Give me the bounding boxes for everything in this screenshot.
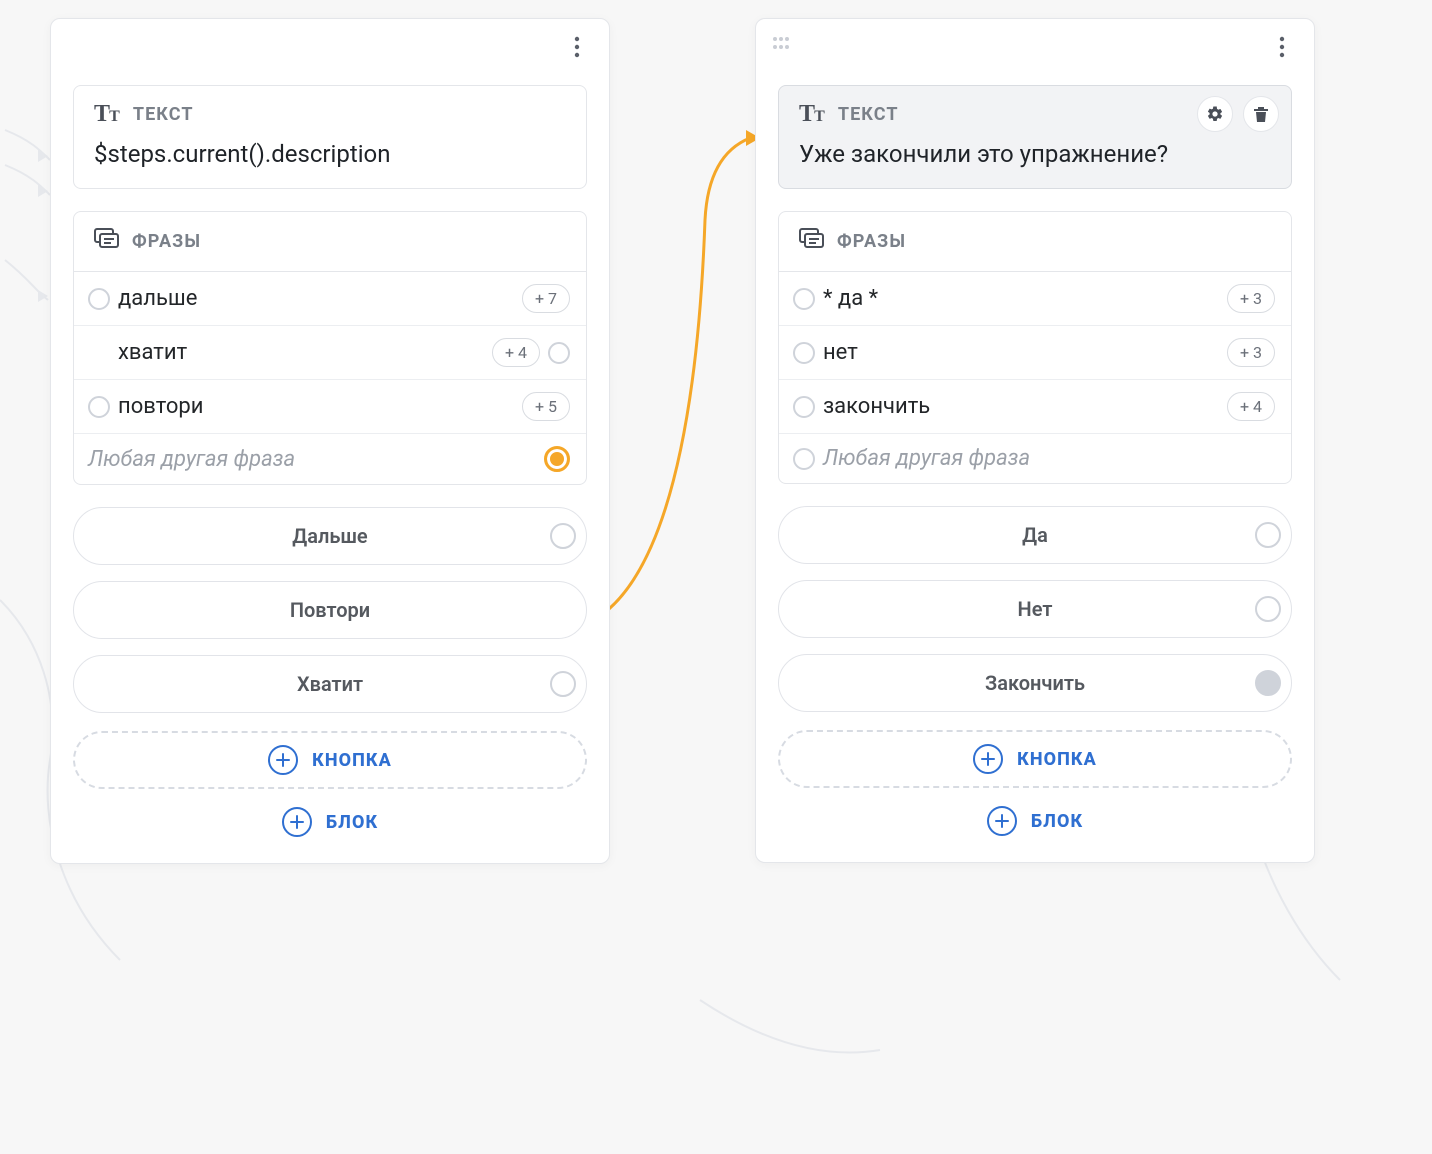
response-button-label: Хватит (297, 672, 363, 696)
phrase-row[interactable]: * да * + 3 (779, 272, 1291, 326)
phrase-count-badge[interactable]: + 5 (522, 392, 570, 421)
output-port[interactable] (1255, 670, 1281, 696)
response-button-label: Нет (1018, 597, 1053, 621)
response-button-label: Повтори (290, 598, 370, 622)
add-button-label: КНОПКА (1017, 749, 1097, 770)
phrase-label: закончить (823, 394, 1219, 419)
block-tools (1197, 96, 1279, 132)
phrase-count-badge[interactable]: + 4 (492, 338, 540, 367)
phrase-count-badge[interactable]: + 3 (1227, 284, 1275, 313)
response-button[interactable]: Дальше (73, 507, 587, 565)
phrases-icon (94, 228, 120, 255)
phrase-row[interactable]: повтори + 5 (74, 380, 586, 434)
phrases-block: ФРАЗЫ дальше + 7 хватит + 4 повтори + 5 … (73, 211, 587, 485)
card-menu-icon[interactable] (1268, 33, 1296, 61)
response-button-label: Да (1022, 523, 1048, 547)
add-button-label: КНОПКА (312, 750, 392, 771)
card-left[interactable]: TT ТЕКСТ $steps.current().description ФР… (50, 18, 610, 864)
phrase-row[interactable]: закончить + 4 (779, 380, 1291, 434)
output-port[interactable] (1255, 522, 1281, 548)
response-button[interactable]: Нет (778, 580, 1292, 638)
phrase-row[interactable]: хватит + 4 (74, 326, 586, 380)
output-port[interactable] (550, 671, 576, 697)
phrase-placeholder-row[interactable]: Любая другая фраза (779, 434, 1291, 483)
response-button[interactable]: Закончить (778, 654, 1292, 712)
add-button[interactable]: КНОПКА (73, 731, 587, 789)
response-button[interactable]: Повтори (73, 581, 587, 639)
text-icon: TT (799, 102, 826, 126)
add-block-button[interactable]: БЛОК (778, 806, 1292, 836)
input-port[interactable] (793, 396, 815, 418)
text-block-header: TT ТЕКСТ (94, 102, 566, 126)
input-port[interactable] (88, 288, 110, 310)
drag-handle-icon[interactable] (772, 35, 796, 53)
input-port[interactable] (793, 342, 815, 364)
response-button-label: Дальше (292, 524, 367, 548)
phrase-placeholder: Любая другая фраза (88, 447, 536, 472)
phrase-row[interactable]: дальше + 7 (74, 272, 586, 326)
phrase-count-badge[interactable]: + 7 (522, 284, 570, 313)
phrases-title: ФРАЗЫ (132, 231, 201, 252)
text-block-title: ТЕКСТ (133, 104, 194, 125)
phrase-label: повтори (118, 394, 514, 419)
input-port[interactable] (793, 288, 815, 310)
add-block-label: БЛОК (1031, 811, 1083, 832)
phrase-count-badge[interactable]: + 3 (1227, 338, 1275, 367)
output-port[interactable] (548, 342, 570, 364)
response-button[interactable]: Да (778, 506, 1292, 564)
phrases-title: ФРАЗЫ (837, 231, 906, 252)
phrase-row[interactable]: нет + 3 (779, 326, 1291, 380)
phrase-label: хватит (118, 340, 484, 365)
phrases-header: ФРАЗЫ (779, 212, 1291, 272)
gear-icon (1206, 105, 1224, 123)
text-block[interactable]: TT ТЕКСТ Уже закончили это упражнение? (778, 85, 1292, 189)
plus-circle-icon (268, 745, 298, 775)
add-block-button[interactable]: БЛОК (73, 807, 587, 837)
text-block-content[interactable]: Уже закончили это упражнение? (799, 140, 1271, 168)
input-port[interactable] (793, 448, 815, 470)
text-block[interactable]: TT ТЕКСТ $steps.current().description (73, 85, 587, 189)
output-port[interactable] (1255, 596, 1281, 622)
buttons-stack: Дальше Повтори Хватит (73, 507, 587, 713)
text-block-title: ТЕКСТ (838, 104, 899, 125)
output-port-active[interactable] (544, 446, 570, 472)
text-block-content[interactable]: $steps.current().description (94, 140, 566, 168)
add-block-label: БЛОК (326, 812, 378, 833)
input-port[interactable] (88, 396, 110, 418)
delete-button[interactable] (1243, 96, 1279, 132)
phrase-label: дальше (118, 286, 514, 311)
plus-circle-icon (282, 807, 312, 837)
response-button[interactable]: Хватит (73, 655, 587, 713)
settings-button[interactable] (1197, 96, 1233, 132)
output-port[interactable] (550, 523, 576, 549)
phrase-placeholder-row[interactable]: Любая другая фраза (74, 434, 586, 484)
text-icon: TT (94, 102, 121, 126)
phrases-icon (799, 228, 825, 255)
card-right[interactable]: TT ТЕКСТ Уже закончили это упражнение? Ф… (755, 18, 1315, 863)
phrase-label: * да * (823, 286, 1219, 311)
add-button[interactable]: КНОПКА (778, 730, 1292, 788)
phrase-label: нет (823, 340, 1219, 365)
plus-circle-icon (987, 806, 1017, 836)
buttons-stack: Да Нет Закончить (778, 506, 1292, 712)
phrases-header: ФРАЗЫ (74, 212, 586, 272)
phrases-block: ФРАЗЫ * да * + 3 нет + 3 закончить + 4 Л… (778, 211, 1292, 484)
response-button-label: Закончить (985, 671, 1085, 695)
plus-circle-icon (973, 744, 1003, 774)
phrase-count-badge[interactable]: + 4 (1227, 392, 1275, 421)
trash-icon (1253, 105, 1269, 123)
card-menu-icon[interactable] (563, 33, 591, 61)
phrase-placeholder: Любая другая фраза (823, 446, 1275, 471)
